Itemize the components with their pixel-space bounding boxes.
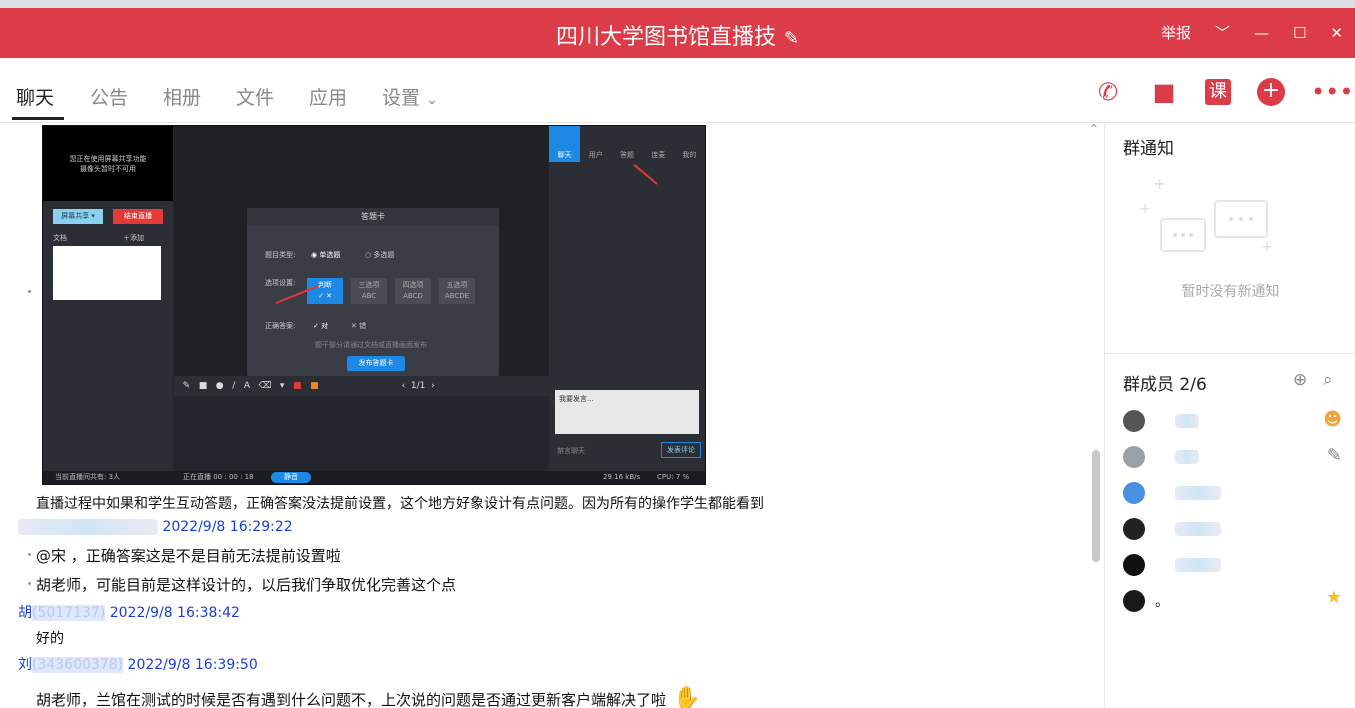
answer-wrong: ✕ 错 <box>351 322 367 330</box>
message-meta: 胡(5017137) 2022/9/8 16:38:42 <box>18 605 240 621</box>
empty-notice-illustration: +++ <box>1139 179 1273 255</box>
divider <box>1105 353 1355 354</box>
notice-title: 群通知 <box>1123 139 1174 159</box>
maximize-button[interactable]: ☐ <box>1293 24 1306 42</box>
active-tab-indicator <box>12 117 64 120</box>
star-icon: ★ <box>1325 587 1342 608</box>
chat-scrollbar[interactable] <box>1090 123 1104 708</box>
avatar <box>1123 554 1145 576</box>
status-bar: 当前直播间共有: 3人 正在直播 00 : 00 : 18 静音 29.16 k… <box>43 471 705 484</box>
avatar <box>1123 410 1145 432</box>
avatar <box>1123 482 1145 504</box>
tab-announcement[interactable]: 公告 <box>90 83 128 110</box>
member-row[interactable]: - <box>1123 553 1221 577</box>
video-call-icon[interactable]: ■ <box>1149 78 1179 106</box>
window-title: 四川大学图书馆直播技 ✎ <box>555 25 800 50</box>
comment-input: 我要发言... <box>555 390 699 434</box>
send-comment-button: 发表评论 <box>661 442 701 458</box>
edit-icon: ✎ <box>1326 445 1342 466</box>
close-button[interactable]: ✕ <box>1330 24 1343 42</box>
member-row[interactable]: - <box>1123 481 1221 505</box>
notice-empty-text: 暂时没有新通知 <box>1181 284 1280 300</box>
embedded-screenshot[interactable]: 您正在使用屏幕共享功能 摄像头暂时不可用 屏幕共享 ▾ 结束直播 文档 ＋添加 … <box>42 125 706 485</box>
phone-icon[interactable]: ✆ <box>1093 78 1123 106</box>
option-four: 四选项 ABCD <box>395 278 431 304</box>
option-three: 三选项 ABC <box>351 278 387 304</box>
scrollbar-thumb[interactable] <box>1092 450 1100 562</box>
member-row[interactable]: 。 <box>1123 589 1169 613</box>
drawing-toolbar: ✎ ■ ● / A ⌫ ▾ ■ ■ ‹ 1/1 › <box>174 376 549 396</box>
publish-button: 发布答题卡 <box>347 356 405 371</box>
avatar <box>1123 590 1145 612</box>
members-title: 群成员 2/6 <box>1123 375 1207 395</box>
collapse-icon[interactable]: ⌃ <box>1089 122 1099 136</box>
dropdown-button[interactable]: ﹀ <box>1215 22 1230 43</box>
edit-title-icon[interactable]: ✎ <box>784 28 799 49</box>
svg-text:+: + <box>1153 179 1166 193</box>
add-member-icon[interactable]: ⊕ <box>1293 370 1307 390</box>
os-taskbar-strip <box>0 0 1355 8</box>
avatar <box>1123 446 1145 468</box>
title-bar: 四川大学图书馆直播技 ✎ 举报 ﹀ — ☐ ✕ <box>0 8 1355 58</box>
tab-album[interactable]: 相册 <box>163 83 201 110</box>
multi-choice: ○ 多选题 <box>365 251 395 259</box>
tab-apps[interactable]: 应用 <box>309 83 347 110</box>
person-icon: ☻ <box>1323 409 1342 430</box>
option-five: 五选项 ABCDE <box>439 278 475 304</box>
answer-right: ✓ 对 <box>313 322 329 330</box>
share-button: 屏幕共享 ▾ <box>53 209 103 224</box>
bullet <box>28 290 31 293</box>
member-row[interactable]: - <box>1123 409 1199 433</box>
doc-thumbnail <box>53 246 161 300</box>
chat-message: 胡老师，兰馆在测试的时候是否有遇到什么问题不，上次说的问题是否通过更新客户端解决… <box>36 686 700 708</box>
bullet <box>28 582 31 585</box>
message-meta: 刘(343600378) 2022/9/8 16:39:50 <box>18 657 258 673</box>
right-panel: 聊天 用户 答题 连麦 我的 我要发言... 禁言聊天 发表评论 <box>549 126 705 484</box>
tab-settings[interactable]: 设置 ⌄ <box>382 83 438 110</box>
add-icon[interactable]: + <box>1257 78 1285 106</box>
chevron-down-icon: ⌄ <box>426 92 438 108</box>
end-live-button: 结束直播 <box>113 209 163 224</box>
svg-text:+: + <box>1139 201 1151 217</box>
avatar <box>1123 518 1145 540</box>
quiz-dialog-title: 答题卡 <box>247 208 499 226</box>
message-meta: - 2022/9/8 16:29:22 <box>18 519 293 535</box>
single-choice: ◉ 单选题 <box>311 251 341 259</box>
tab-files[interactable]: 文件 <box>236 83 274 110</box>
search-icon[interactable]: ⌕ <box>1323 370 1333 390</box>
quiz-dialog: 答题卡 题目类型: ◉ 单选题 ○ 多选题 选项设置: 判断 ✓ ✕ 三选项 ABC… <box>247 208 499 376</box>
more-icon[interactable]: ••• <box>1311 78 1353 106</box>
member-row[interactable]: - <box>1123 517 1221 541</box>
right-sidebar: 群通知 +++ 暂时没有新通知 群成员 2/6 ⊕ ⌕ - ☻ - ✎ - - … <box>1104 123 1355 708</box>
chat-message: 好的 <box>36 631 64 647</box>
member-row[interactable]: - <box>1123 445 1199 469</box>
chat-message: 胡老师，可能目前是这样设计的，以后我们争取优化完善这个点 <box>36 576 457 594</box>
add-doc-label: ＋添加 <box>123 234 144 242</box>
doc-label: 文档 <box>53 234 67 242</box>
bullet <box>28 553 31 556</box>
minimize-button[interactable]: — <box>1254 24 1269 42</box>
course-icon[interactable]: 课 <box>1205 79 1231 105</box>
report-button[interactable]: 举报 <box>1161 22 1191 43</box>
emoji-icon: ✋ <box>666 686 701 708</box>
camera-preview: 您正在使用屏幕共享功能 摄像头暂时不可用 <box>43 126 173 201</box>
chat-message: @宋 ，正确答案这是不是目前无法提前设置啦 <box>36 547 341 565</box>
left-panel: 屏幕共享 ▾ 结束直播 文档 ＋添加 <box>43 201 173 471</box>
tab-chat[interactable]: 聊天 <box>16 83 54 110</box>
chat-area: 您正在使用屏幕共享功能 摄像头暂时不可用 屏幕共享 ▾ 结束直播 文档 ＋添加 … <box>0 123 1090 708</box>
svg-text:+: + <box>1261 239 1273 255</box>
option-judge: 判断 ✓ ✕ <box>307 278 343 304</box>
chat-message: 直播过程中如果和学生互动答题，正确答案没法提前设置，这个地方好象设计有点问题。因… <box>36 496 764 512</box>
tab-bar: 聊天 公告 相册 文件 应用 设置 ⌄ ✆ ■ 课 + ••• <box>0 58 1355 123</box>
